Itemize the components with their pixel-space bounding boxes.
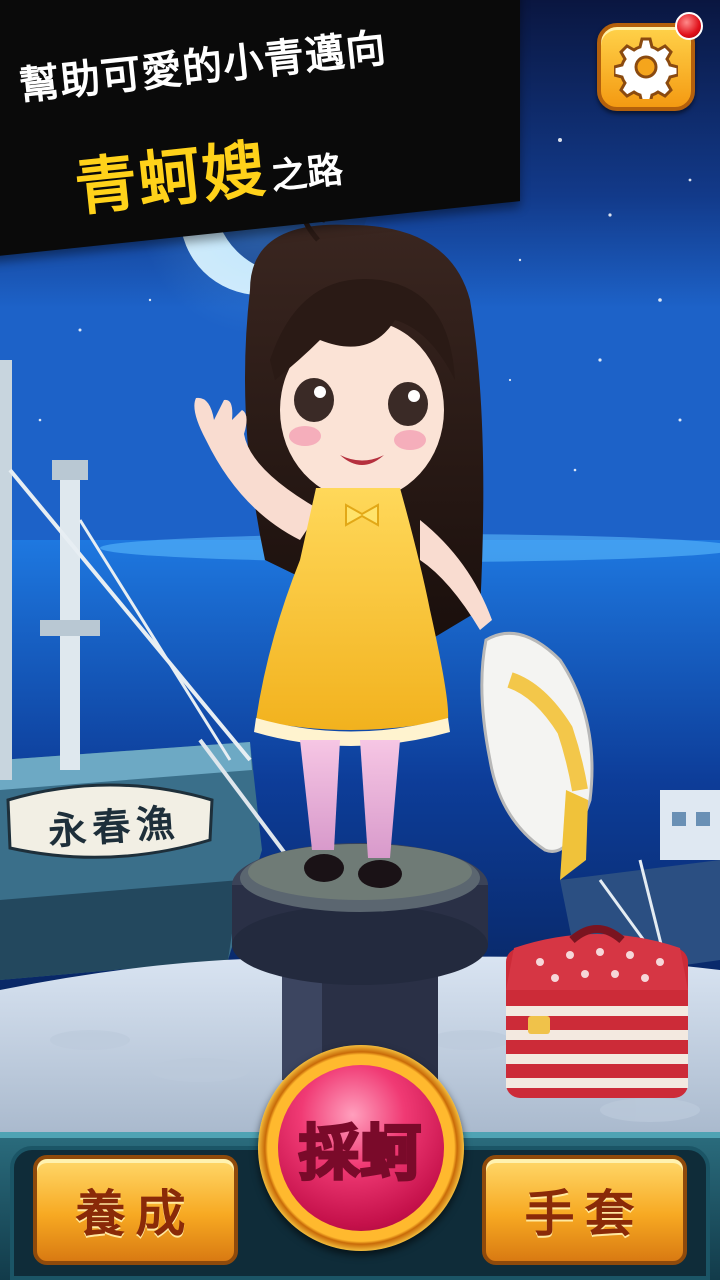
banner-suffix: 之路	[269, 149, 346, 199]
gear-icon	[614, 37, 678, 99]
notification-dot	[675, 12, 703, 40]
gloves-button-label: 手套	[524, 1184, 645, 1243]
nurture-button[interactable]: 養成	[33, 1155, 238, 1265]
nurture-button-label: 養成	[75, 1184, 196, 1243]
oyster-harvest-button[interactable]: 採蚵	[278, 1065, 444, 1231]
oyster-harvest-button-label: 採蚵	[298, 1117, 423, 1190]
gloves-button[interactable]: 手套	[482, 1155, 687, 1265]
